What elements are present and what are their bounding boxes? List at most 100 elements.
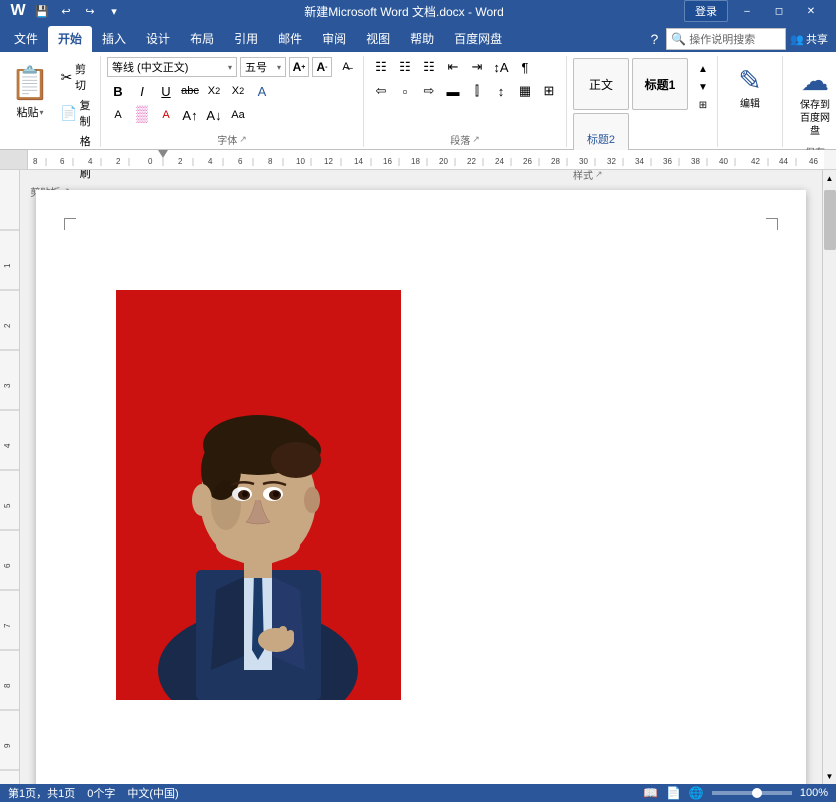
grow-font-button[interactable]: A↑ xyxy=(179,104,201,126)
paragraph-group: ☷ ☷ ☷ ⇤ ⇥ ↕A ¶ ⇦ ▫ ⇨ ▬ ⫿ ↕ ▦ ⊞ 段落 ↗ xyxy=(364,56,567,147)
bullets-button[interactable]: ☷ xyxy=(370,56,392,78)
svg-text:1: 1 xyxy=(3,263,12,268)
document-area[interactable] xyxy=(20,170,822,784)
scroll-up-button[interactable]: ▲ xyxy=(823,170,836,186)
tab-references[interactable]: 引用 xyxy=(224,26,268,52)
svg-text:2: 2 xyxy=(3,323,12,328)
shrink-font-button[interactable]: A↓ xyxy=(203,104,225,126)
ribbon-tab-bar: 文件 开始 插入 设计 布局 引用 邮件 审阅 视图 帮助 百度网盘 ? 🔍 操… xyxy=(0,22,836,52)
save-qat-button[interactable]: 💾 xyxy=(32,2,52,20)
web-layout-button[interactable]: 🌐 xyxy=(689,786,704,800)
customize-qat-button[interactable]: ▾ xyxy=(104,2,124,20)
subscript-button[interactable]: X2 xyxy=(203,80,225,102)
tab-design[interactable]: 设计 xyxy=(136,26,180,52)
svg-text:8: 8 xyxy=(3,683,12,688)
ruler-main: 8 6 4 2 0 2 4 6 8 10 12 14 16 xyxy=(28,150,824,169)
redo-qat-button[interactable]: ↪ xyxy=(80,2,100,20)
shading-button[interactable]: ▒ xyxy=(131,104,153,126)
cut-button[interactable]: ✂ 剪切 xyxy=(57,60,94,94)
baidu-save-button[interactable]: ☁ 保存到百度网盘 xyxy=(789,60,836,142)
svg-text:0: 0 xyxy=(148,157,153,166)
paste-dropdown-arrow[interactable]: ▾ xyxy=(39,108,43,117)
borders-button[interactable]: ⊞ xyxy=(538,80,560,102)
read-mode-button[interactable]: 📖 xyxy=(643,786,658,800)
font-size-dropdown-arrow[interactable]: ▾ xyxy=(277,63,281,72)
increase-indent-button[interactable]: ⇥ xyxy=(466,56,488,78)
zoom-slider[interactable] xyxy=(712,791,792,795)
language[interactable]: 中文(中国) xyxy=(127,785,178,801)
paragraph-dialog-launcher[interactable]: ↗ xyxy=(472,134,480,145)
vertical-scrollbar[interactable]: ▲ ▼ xyxy=(822,170,836,784)
strikethrough-button[interactable]: abc xyxy=(179,80,201,102)
svg-text:28: 28 xyxy=(551,157,560,166)
page-info[interactable]: 第1页，共1页 xyxy=(8,785,75,801)
close-button[interactable]: ✕ xyxy=(798,2,824,20)
align-right-button[interactable]: ⇨ xyxy=(418,80,440,102)
svg-text:10: 10 xyxy=(296,157,305,166)
tell-me-search[interactable]: 🔍 操作说明搜索 xyxy=(666,28,786,50)
styles-more-button[interactable]: ⊞ xyxy=(695,96,711,114)
underline-button[interactable]: U xyxy=(155,80,177,102)
tab-insert[interactable]: 插入 xyxy=(92,26,136,52)
tab-review[interactable]: 审阅 xyxy=(312,26,356,52)
tab-file[interactable]: 文件 xyxy=(4,26,48,52)
font-name-dropdown-arrow[interactable]: ▾ xyxy=(228,63,232,72)
italic-button[interactable]: I xyxy=(131,80,153,102)
tab-home[interactable]: 开始 xyxy=(48,26,92,52)
text-effects-button[interactable]: A xyxy=(251,80,273,102)
minimize-button[interactable]: – xyxy=(734,2,760,20)
scroll-down-button[interactable]: ▼ xyxy=(823,768,836,784)
decrease-indent-button[interactable]: ⇤ xyxy=(442,56,464,78)
font-dialog-launcher[interactable]: ↗ xyxy=(239,134,247,145)
svg-text:14: 14 xyxy=(354,157,363,166)
font-highlight-button[interactable]: A xyxy=(107,104,129,126)
style-no-spacing[interactable]: 标题1 xyxy=(632,58,688,110)
style-normal[interactable]: 正文 xyxy=(573,58,629,110)
svg-text:6: 6 xyxy=(60,157,65,166)
clipboard-group: 📋 粘贴 ▾ ✂ 剪切 📄 复制 🖌 格式刷 xyxy=(0,56,101,147)
columns-button[interactable]: ⫿ xyxy=(466,80,488,102)
clear-format-button[interactable]: A̶ xyxy=(335,56,357,78)
justify-button[interactable]: ▬ xyxy=(442,80,464,102)
svg-text:8: 8 xyxy=(33,157,38,166)
undo-qat-button[interactable]: ↩ xyxy=(56,2,76,20)
decrease-font-button[interactable]: A- xyxy=(312,57,332,77)
multilevel-button[interactable]: ☷ xyxy=(418,56,440,78)
restore-button[interactable]: ◻ xyxy=(766,2,792,20)
tab-baidu[interactable]: 百度网盘 xyxy=(444,26,512,52)
sort-button[interactable]: ↕A xyxy=(490,56,512,78)
copy-button[interactable]: 📄 复制 xyxy=(57,96,94,130)
align-center-button[interactable]: ▫ xyxy=(394,80,416,102)
numbering-button[interactable]: ☷ xyxy=(394,56,416,78)
line-spacing-button[interactable]: ↕ xyxy=(490,80,512,102)
show-hide-button[interactable]: ¶ xyxy=(514,56,536,78)
align-left-button[interactable]: ⇦ xyxy=(370,80,392,102)
share-button[interactable]: 👥 共享 xyxy=(790,31,828,47)
shading-para-button[interactable]: ▦ xyxy=(514,80,536,102)
superscript-button[interactable]: X2 xyxy=(227,80,249,102)
styles-up-button[interactable]: ▲ xyxy=(695,60,711,78)
editing-button[interactable]: ✎ 编辑 xyxy=(724,60,776,115)
zoom-percent[interactable]: 100% xyxy=(800,787,828,799)
font-color-button[interactable]: A xyxy=(155,104,177,126)
tab-mailings[interactable]: 邮件 xyxy=(268,26,312,52)
help-icon[interactable]: ? xyxy=(647,31,663,47)
embedded-image[interactable] xyxy=(116,290,401,700)
tab-layout[interactable]: 布局 xyxy=(180,26,224,52)
increase-font-button[interactable]: A+ xyxy=(289,57,309,77)
font-size-value: 五号 xyxy=(245,59,267,75)
paste-button[interactable]: 📋 粘贴 ▾ xyxy=(6,58,54,124)
styles-dialog-launcher[interactable]: ↗ xyxy=(595,169,603,180)
print-layout-button[interactable]: 📄 xyxy=(666,786,681,800)
scroll-thumb[interactable] xyxy=(824,190,836,250)
tab-help[interactable]: 帮助 xyxy=(400,26,444,52)
word-count[interactable]: 0个字 xyxy=(87,785,115,801)
styles-down-button[interactable]: ▼ xyxy=(695,78,711,96)
bold-button[interactable]: B xyxy=(107,80,129,102)
zoom-thumb[interactable] xyxy=(752,788,762,798)
font-size-selector[interactable]: 五号 ▾ xyxy=(240,57,286,77)
font-name-selector[interactable]: 等线 (中文正文) ▾ xyxy=(107,57,237,77)
login-button[interactable]: 登录 xyxy=(684,0,728,22)
tab-view[interactable]: 视图 xyxy=(356,26,400,52)
change-case-button[interactable]: Aa xyxy=(227,104,249,126)
